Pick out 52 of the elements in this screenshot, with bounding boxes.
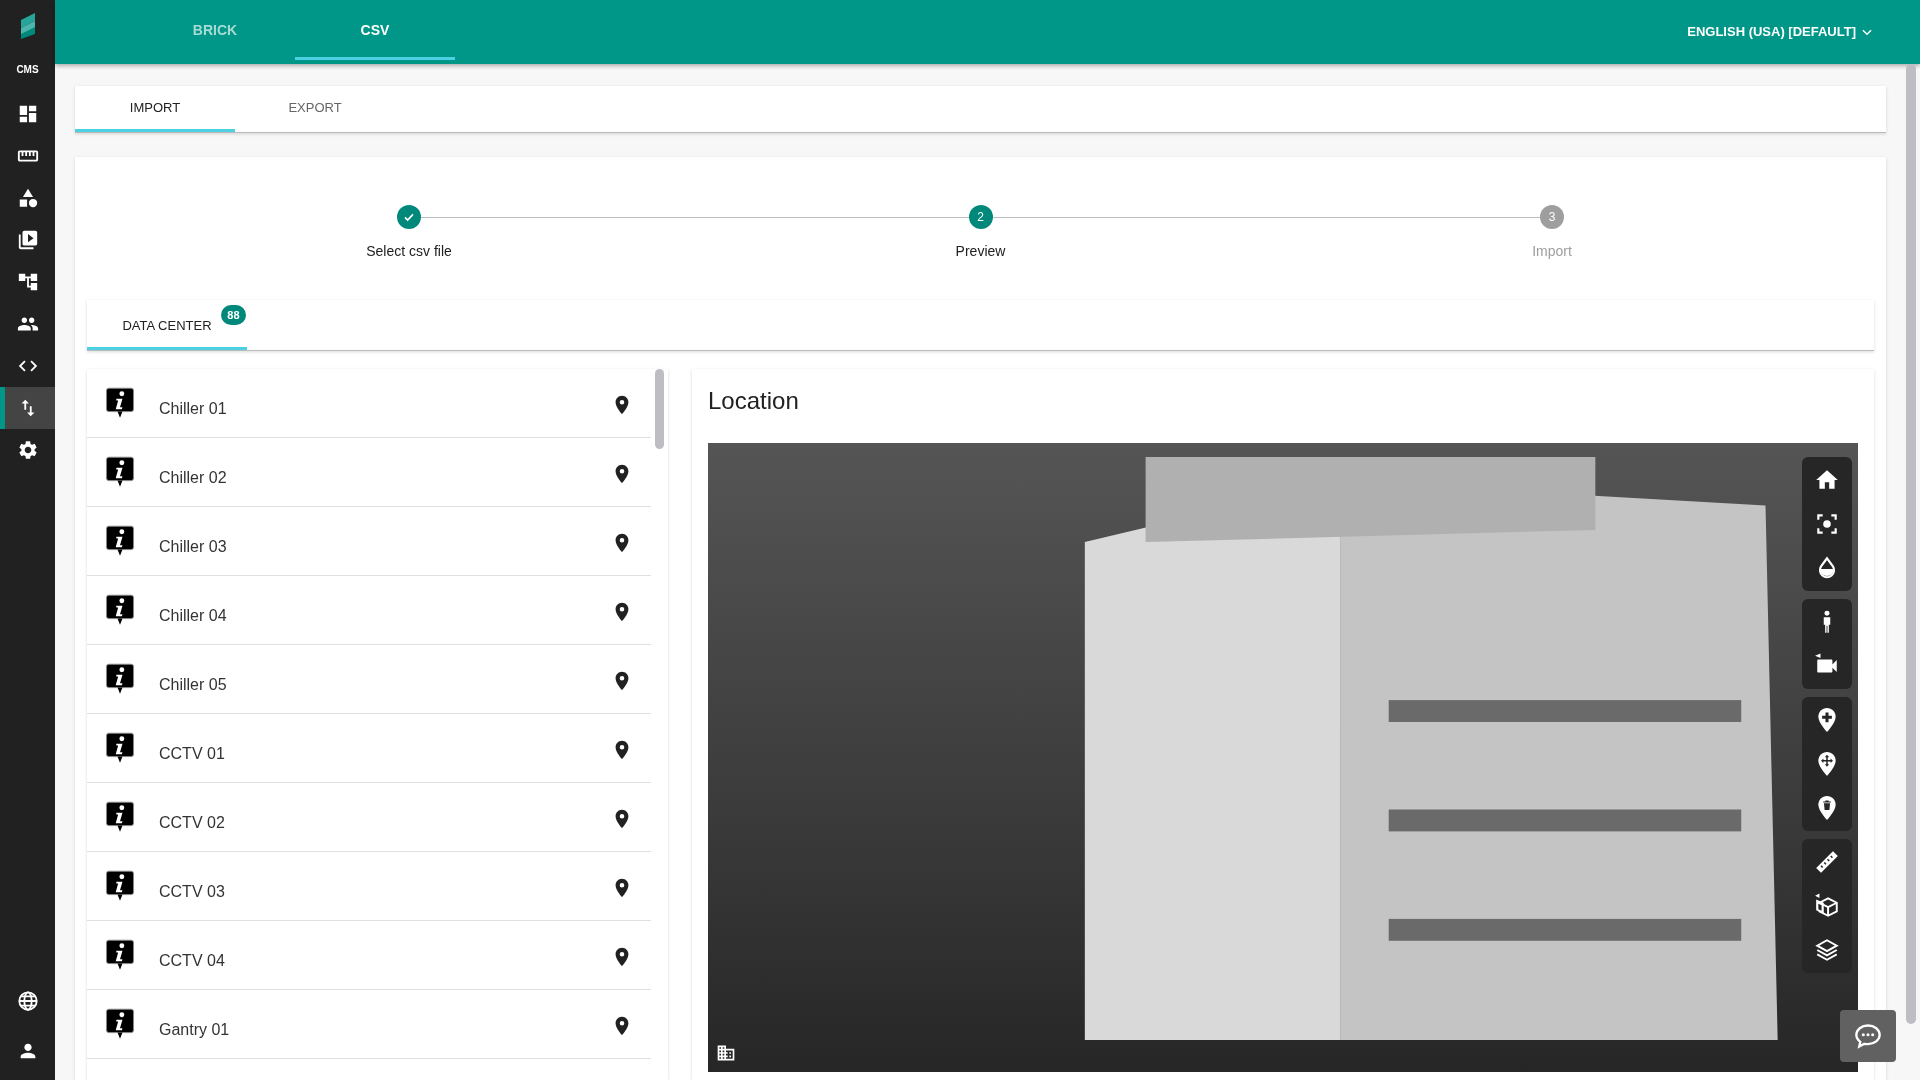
info-marker-icon	[105, 1008, 135, 1040]
info-marker-icon	[105, 387, 135, 419]
scrollbar[interactable]	[655, 369, 664, 449]
device-list-item[interactable]: Chiller 05	[87, 645, 651, 714]
info-marker-icon	[105, 801, 135, 833]
info-marker-icon	[105, 663, 135, 695]
step-label: Preview	[955, 242, 1006, 261]
scrollbar[interactable]	[1906, 64, 1916, 1024]
device-list-item[interactable]: Chiller 04	[87, 576, 651, 645]
info-marker-icon	[105, 939, 135, 971]
step-circle: 2	[968, 205, 993, 229]
device-name: Chiller 03	[159, 537, 228, 557]
device-list-item[interactable]: CCTV 04	[87, 921, 651, 990]
info-marker-icon	[105, 594, 135, 626]
device-name: Chiller 04	[159, 606, 228, 626]
info-marker-icon	[105, 525, 135, 557]
language-dropdown[interactable]: ENGLISH (USA) [DEFAULT]	[1681, 21, 1880, 43]
panel-title: Location	[708, 386, 800, 416]
device-name: CCTV 03	[159, 882, 226, 902]
device-list-item[interactable]: CCTV 03	[87, 852, 651, 921]
device-name: Gantry 01	[159, 1020, 231, 1040]
count-badge: 88	[221, 304, 246, 326]
info-marker-icon	[105, 732, 135, 764]
info-marker-icon	[105, 456, 135, 488]
device-list-item[interactable]: CCTV 02	[87, 783, 651, 852]
info-marker-icon	[105, 870, 135, 902]
chat-icon	[1854, 1022, 1882, 1050]
device-list-item[interactable]: Chiller 01	[87, 369, 651, 438]
step-label: Select csv file	[366, 242, 452, 261]
device-list-item[interactable]: Chiller 02	[87, 438, 651, 507]
device-name: CCTV 04	[159, 951, 226, 971]
video-library-icon	[16, 229, 39, 251]
device-list-item[interactable]: Chiller 03	[87, 507, 651, 576]
settings-icon	[16, 439, 39, 461]
device-name: Chiller 02	[159, 468, 228, 488]
logo-text: CMS	[16, 63, 39, 77]
globe-icon	[16, 990, 39, 1012]
device-name: Chiller 05	[159, 675, 228, 695]
import-export-tab[interactable]: EXPORT	[235, 86, 395, 132]
device-name: CCTV 02	[159, 813, 226, 833]
device-name: Chiller 01	[159, 399, 228, 419]
building-icon	[716, 1043, 736, 1064]
device-list-item[interactable]: Gantry 01	[87, 990, 651, 1059]
top-tab[interactable]: CSV	[295, 4, 455, 60]
device-name: CCTV 01	[159, 744, 226, 764]
device-list-item[interactable]: CCTV 01	[87, 714, 651, 783]
step-label: Import	[1532, 242, 1572, 261]
category-tab[interactable]: DATA CENTER 88	[87, 304, 247, 350]
step-circle: 3	[1540, 205, 1564, 229]
import-export-tab[interactable]: IMPORT	[75, 86, 235, 132]
tree-icon	[16, 271, 39, 293]
chat-button[interactable]	[1840, 1010, 1896, 1062]
